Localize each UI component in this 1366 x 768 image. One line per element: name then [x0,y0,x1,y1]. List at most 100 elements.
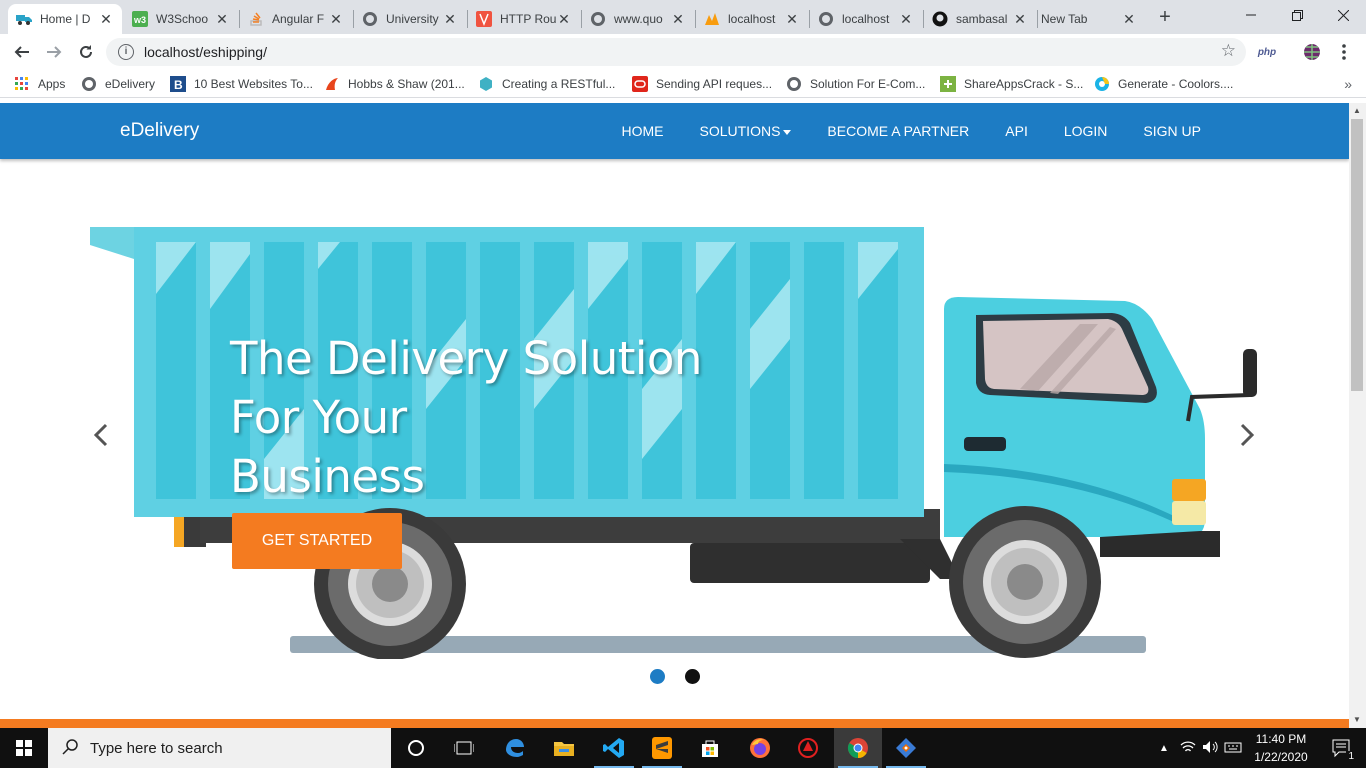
bookmark-restful[interactable]: Creating a RESTful... [478,76,615,92]
hero-headline: The Delivery Solution For Your Business [230,329,702,506]
bookmark-shareappscrack[interactable]: ShareAppsCrack - S... [940,76,1083,92]
windows-taskbar: Type here to search ▲ 11:40 PM 1/22/2020… [0,728,1366,768]
git-icon[interactable] [882,728,930,768]
close-icon[interactable]: ✕ [670,11,686,28]
hero-carousel: The Delivery Solution For Your Business … [0,159,1349,719]
red-app-icon[interactable] [784,728,832,768]
scrollbar-thumb[interactable] [1351,119,1363,391]
close-icon[interactable]: ✕ [1121,11,1137,28]
carousel-prev-icon[interactable] [92,421,110,456]
file-explorer-icon[interactable] [540,728,588,768]
close-icon[interactable]: ✕ [328,11,344,28]
nav-become-partner[interactable]: BECOME A PARTNER [827,123,969,139]
stackoverflow-icon [248,11,264,27]
php-extension-icon[interactable]: php [1254,42,1280,62]
carousel-indicator[interactable] [685,669,700,684]
bookmark-sending-api[interactable]: Sending API reques... [632,76,772,92]
phpmyadmin-icon [704,11,720,27]
close-icon[interactable]: ✕ [556,11,572,28]
tab-w3schools[interactable]: w3 W3Schoo ✕ [124,4,238,34]
address-bar[interactable]: i localhost/eshipping/ ☆ [106,38,1246,66]
svg-text:B: B [174,78,183,92]
b-logo-icon: B [170,76,186,92]
scroll-up-icon[interactable]: ▲ [1353,106,1361,115]
tab-new-tab[interactable]: New Tab ✕ [1033,4,1145,34]
menu-kebab-icon[interactable] [1334,42,1354,62]
wifi-icon[interactable] [1180,740,1196,757]
share-icon [940,76,956,92]
carousel-next-icon[interactable] [1238,421,1256,456]
bookmark-edelivery[interactable]: eDelivery [81,76,155,92]
start-button[interactable] [0,728,48,768]
close-icon[interactable]: ✕ [784,11,800,28]
tab-home[interactable]: Home | D ✕ [8,4,122,34]
tab-university[interactable]: University ✕ [354,4,466,34]
restore-button[interactable] [1274,0,1320,30]
tab-github[interactable]: sambasal ✕ [924,4,1036,34]
bookmark-solution-ecom[interactable]: Solution For E-Com... [786,76,925,92]
minimize-button[interactable] [1228,0,1274,30]
sublime-text-icon[interactable] [638,728,686,768]
page-scrollbar[interactable]: ▲ ▼ [1349,103,1366,728]
laravel-icon [476,11,492,27]
bookmark-apps[interactable]: Apps [14,76,65,92]
reload-button[interactable] [72,38,100,66]
scroll-down-icon[interactable]: ▼ [1353,715,1361,724]
bookmarks-bar: Apps eDelivery B 10 Best Websites To... … [0,70,1366,98]
tab-angular[interactable]: Angular F ✕ [240,4,352,34]
globe-icon [362,11,378,27]
nav-login[interactable]: LOGIN [1064,123,1108,139]
edge-icon[interactable] [490,728,538,768]
bookmark-best-websites[interactable]: B 10 Best Websites To... [170,76,313,92]
system-clock[interactable]: 11:40 PM 1/22/2020 [1248,730,1314,766]
keyboard-icon[interactable] [1224,740,1242,757]
hexagon-icon [478,76,494,92]
forward-button[interactable] [40,38,68,66]
task-view-icon[interactable] [440,728,488,768]
back-button[interactable] [8,38,36,66]
cortana-icon[interactable] [392,728,440,768]
globe-extension-icon[interactable] [1300,42,1324,62]
close-icon[interactable]: ✕ [98,11,114,28]
hobbs-icon [324,76,340,92]
close-icon[interactable]: ✕ [442,11,458,28]
chrome-icon[interactable] [834,728,882,768]
nav-api[interactable]: API [1005,123,1028,139]
bookmark-star-icon[interactable]: ☆ [1221,42,1236,60]
site-navbar: eDelivery HOME SOLUTIONS BECOME A PARTNE… [0,103,1349,159]
tab-phpmyadmin[interactable]: localhost ✕ [696,4,808,34]
url-text: localhost/eshipping/ [144,44,267,60]
w3schools-icon: w3 [132,11,148,27]
get-started-button[interactable]: GET STARTED [232,513,402,569]
store-icon[interactable] [686,728,734,768]
site-brand[interactable]: eDelivery [120,120,199,142]
volume-icon[interactable] [1202,740,1218,757]
search-icon [62,738,78,758]
notification-center-icon[interactable]: 1 [1318,728,1366,768]
hero-headline-line: For Your [230,391,407,444]
page-viewport: eDelivery HOME SOLUTIONS BECOME A PARTNE… [0,103,1349,728]
firefox-icon[interactable] [736,728,784,768]
nav-home[interactable]: HOME [622,123,664,139]
tab-http-routes[interactable]: HTTP Rou ✕ [468,4,580,34]
new-tab-button[interactable]: + [1152,6,1178,30]
notification-count-badge: 1 [1346,751,1356,762]
globe-icon [818,11,834,27]
close-icon[interactable]: ✕ [898,11,914,28]
taskbar-search[interactable]: Type here to search [48,728,391,768]
tab-localhost[interactable]: localhost ✕ [810,4,922,34]
info-icon[interactable]: i [118,44,134,60]
tab-quote[interactable]: www.quo ✕ [582,4,694,34]
chevron-up-icon[interactable]: ▲ [1156,743,1172,754]
window-close-button[interactable] [1320,0,1366,30]
hero-headline-line: Business [230,450,425,503]
close-icon[interactable]: ✕ [1012,11,1028,28]
bookmark-coolors[interactable]: Generate - Coolors.... [1094,76,1233,92]
bookmarks-overflow-icon[interactable]: » [1344,76,1352,92]
carousel-indicator-active[interactable] [650,669,665,684]
vscode-icon[interactable] [590,728,638,768]
nav-signup[interactable]: SIGN UP [1143,123,1201,139]
close-icon[interactable]: ✕ [214,11,230,28]
nav-solutions[interactable]: SOLUTIONS [700,123,792,139]
bookmark-hobbs-shaw[interactable]: Hobbs & Shaw (201... [324,76,465,92]
